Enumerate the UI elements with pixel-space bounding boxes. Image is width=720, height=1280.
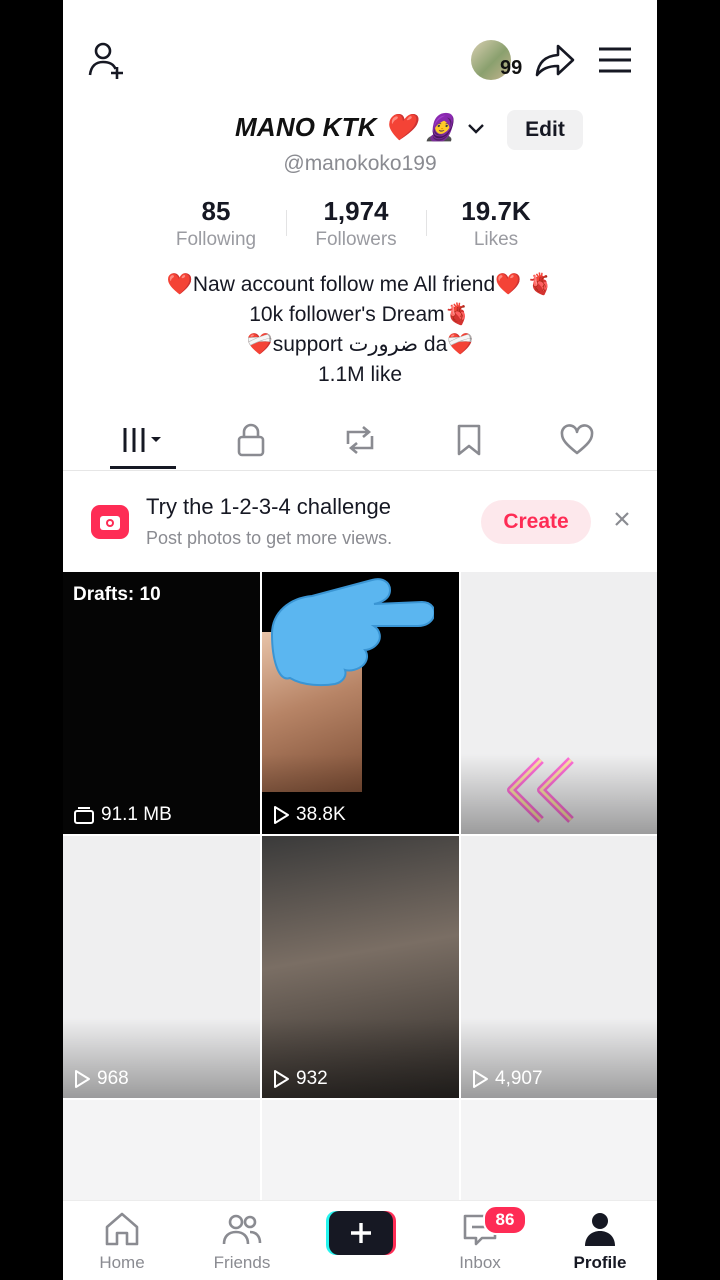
nav-profile[interactable]: Profile [555, 1209, 645, 1275]
profile-stats: 85 Following 1,974 Followers 19.7K Likes [146, 196, 566, 256]
view-count: 968 [73, 1068, 129, 1090]
view-count: 38.8K [272, 804, 346, 826]
profile-screen: 99 MANO KTK ❤️ 🧕 Edit @manokoko199 85 Fo… [63, 0, 657, 1280]
nav-friends[interactable]: Friends [197, 1209, 287, 1275]
bottom-nav: Home Friends 86 Inbox Profile [63, 1200, 657, 1280]
tab-reposts[interactable] [330, 410, 390, 470]
bio-line: ❤️Naw account follow me All friend❤️ 🫀 [166, 273, 554, 296]
chevron-down-icon[interactable] [465, 118, 487, 140]
view-count-label: 38.8K [296, 804, 346, 825]
drafts-size-label: 91.1 MB [101, 804, 172, 825]
camera-icon [91, 505, 129, 539]
nav-home[interactable]: Home [77, 1209, 167, 1275]
grid-icon [123, 428, 161, 452]
bio-line: ❤️‍🩹support ضرورت da❤️‍🩹 [246, 333, 474, 356]
view-count-label: 968 [97, 1068, 129, 1089]
tab-favorites[interactable] [439, 410, 499, 470]
video-tile[interactable] [461, 1100, 657, 1200]
following-label: Following [175, 229, 257, 250]
stat-following[interactable]: 85 Following [146, 196, 286, 256]
view-count-label: 932 [296, 1068, 328, 1089]
edit-profile-button[interactable]: Edit [507, 110, 583, 150]
likes-label: Likes [473, 229, 519, 250]
stat-likes[interactable]: 19.7K Likes [426, 196, 566, 256]
following-count: 85 [201, 196, 231, 226]
video-tile[interactable]: 932 [262, 836, 459, 1098]
bio-line: 1.1M like [317, 363, 403, 386]
menu-icon[interactable] [597, 42, 633, 78]
stat-followers[interactable]: 1,974 Followers [286, 196, 426, 256]
content-tabs [63, 410, 657, 471]
tab-private[interactable] [221, 410, 281, 470]
bio-line: 10k follower's Dream🫀 [249, 303, 471, 326]
nav-profile-label: Profile [573, 1253, 627, 1272]
display-name: MANO KTK ❤️ 🧕 [235, 112, 457, 142]
video-tile[interactable]: 38.8K [262, 572, 459, 834]
top-bar: 99 [63, 0, 657, 120]
likes-count: 19.7K [461, 196, 531, 226]
video-tile[interactable]: 968 [63, 836, 260, 1098]
create-button[interactable]: Create [481, 500, 591, 544]
nav-home-label: Home [99, 1253, 145, 1272]
video-grid: Drafts: 10 91.1 MB 38.8K 968 932 4,907 [63, 572, 657, 1200]
plus-icon [326, 1211, 396, 1255]
followers-count: 1,974 [323, 196, 389, 226]
nav-friends-label: Friends [213, 1253, 271, 1272]
drafts-label: Drafts: 10 [73, 584, 161, 605]
add-friend-icon[interactable] [85, 40, 129, 80]
create-video-button[interactable] [326, 1211, 396, 1255]
play-icon [75, 1070, 90, 1088]
play-icon [274, 1070, 289, 1088]
friends-icon [222, 1214, 262, 1245]
pointing-hand-icon [270, 578, 434, 687]
video-tile[interactable]: 4,907 [461, 836, 657, 1098]
nav-inbox[interactable]: 86 Inbox [435, 1205, 527, 1275]
video-tile[interactable] [63, 1100, 260, 1200]
inbox-badge: 86 [483, 1205, 527, 1235]
drafts-icon [74, 807, 94, 824]
view-count: 4,907 [471, 1068, 543, 1090]
close-icon[interactable] [611, 508, 633, 530]
nav-inbox-label: Inbox [459, 1253, 501, 1272]
repost-icon [346, 426, 374, 454]
username-handle: @manokoko199 [283, 152, 437, 175]
followers-label: Followers [315, 229, 397, 250]
tile-gradient [461, 754, 657, 834]
view-count-label: 4,907 [495, 1068, 543, 1089]
name-row: MANO KTK ❤️ 🧕 Edit [63, 110, 657, 150]
home-icon [105, 1212, 139, 1246]
video-tile[interactable] [262, 1100, 459, 1200]
profile-icon [585, 1213, 615, 1246]
bookmark-icon [457, 424, 481, 456]
active-tab-indicator [110, 466, 176, 469]
play-icon [473, 1070, 488, 1088]
tab-videos[interactable] [113, 410, 173, 470]
video-tile[interactable] [461, 572, 657, 834]
heart-icon [560, 424, 594, 455]
account-avatar[interactable]: 99 [471, 40, 522, 80]
tab-liked[interactable] [547, 410, 607, 470]
challenge-banner: Try the 1-2-3-4 challenge Post photos to… [63, 478, 657, 568]
banner-title: Try the 1-2-3-4 challenge [146, 494, 391, 519]
share-icon[interactable] [533, 40, 577, 80]
drafts-size: 91.1 MB [73, 804, 172, 826]
avatar-count: 99 [500, 57, 523, 79]
bio: ❤️Naw account follow me All friend❤️ 🫀 1… [63, 270, 657, 390]
lock-icon [237, 423, 265, 457]
banner-subtitle: Post photos to get more views. [146, 528, 393, 548]
play-icon [274, 806, 289, 824]
drafts-tile[interactable]: Drafts: 10 91.1 MB [63, 572, 260, 834]
view-count: 932 [272, 1068, 328, 1090]
